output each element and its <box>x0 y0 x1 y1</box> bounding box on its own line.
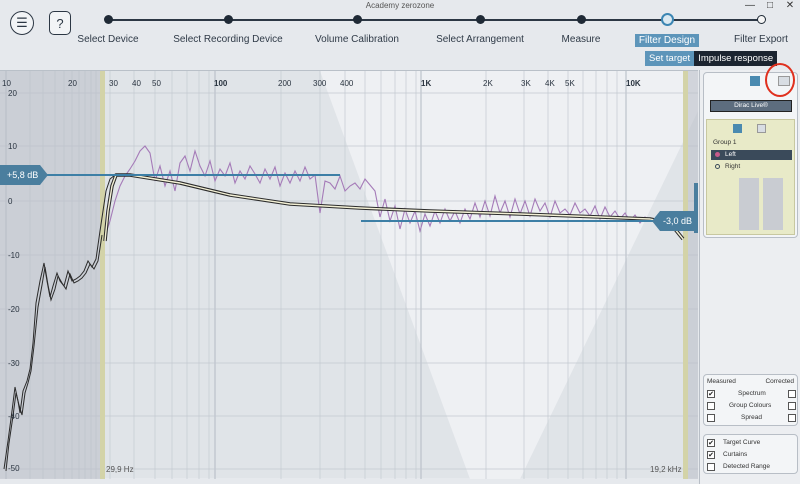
source-select[interactable]: Dirac Live® <box>710 100 792 112</box>
spectrum-corrected-checkbox[interactable] <box>788 390 796 398</box>
curtains-row: ✔ Curtains <box>707 450 796 460</box>
step-dot <box>223 15 233 24</box>
x-tick: 2K <box>483 79 493 88</box>
right-scroll-handle[interactable] <box>694 183 698 233</box>
target-curve-row: ✔ Target Curve <box>707 438 796 448</box>
tab-impulse-response[interactable]: Impulse response <box>694 51 778 66</box>
row-label: Spread <box>741 414 762 421</box>
x-tick: 20 <box>68 79 77 88</box>
option-label: Curtains <box>723 451 748 458</box>
measured-header: Measured <box>707 378 736 385</box>
corrected-header: Corrected <box>765 378 794 385</box>
right-level-label: -3,0 dB <box>663 216 693 226</box>
y-tick: -10 <box>8 251 20 260</box>
channel-label: Right <box>725 163 741 170</box>
x-tick: 10K <box>626 79 641 88</box>
watermark-shape <box>320 71 698 479</box>
left-curtain-frequency: 29,9 Hz <box>106 465 134 474</box>
group-box: Group 1 Left Right <box>706 119 795 235</box>
channel-left-row[interactable]: Left <box>711 150 792 160</box>
x-tick: 100 <box>214 79 228 88</box>
step-dot <box>103 15 113 24</box>
channel-group-card: Dirac Live® Group 1 Left Right <box>703 72 798 238</box>
radio-icon <box>715 164 720 169</box>
step-filter-export[interactable]: Filter Export <box>681 12 800 45</box>
y-tick: -40 <box>8 412 20 421</box>
x-tick: 50 <box>152 79 161 88</box>
spectrum-row: ✔ Spectrum <box>707 389 796 399</box>
step-dot <box>475 15 485 24</box>
window-controls: — □ ✕ <box>744 0 796 12</box>
spectrum-measured-checkbox[interactable]: ✔ <box>707 390 715 398</box>
row-label: Spectrum <box>738 390 766 397</box>
step-label: Filter Export <box>734 34 788 45</box>
level-meter <box>763 178 783 230</box>
detected-range-row: Detected Range <box>707 462 796 472</box>
row-label: Group Colours <box>729 402 772 409</box>
radio-icon <box>715 152 720 157</box>
channel-label: Left <box>725 151 736 158</box>
window-titlebar: Academy zerozone <box>0 0 800 12</box>
group-label: Group 1 <box>713 139 737 146</box>
option-label: Target Curve <box>723 439 761 446</box>
x-tick: 1K <box>421 79 432 88</box>
graph-view-icon[interactable] <box>757 124 766 133</box>
y-tick: -20 <box>8 305 20 314</box>
x-tick: 5K <box>565 79 575 88</box>
channel-right-row[interactable]: Right <box>711 162 792 172</box>
curtains-checkbox[interactable]: ✔ <box>707 451 715 459</box>
x-tick: 30 <box>109 79 118 88</box>
right-curtain-frequency: 19,2 kHz <box>650 465 682 474</box>
note-icon[interactable] <box>750 76 760 86</box>
y-tick: 20 <box>8 89 17 98</box>
detected-range-checkbox[interactable] <box>707 463 715 471</box>
curve-options-card: ✔ Target Curve ✔ Curtains Detected Range <box>703 434 798 474</box>
left-level-label: +5,8 dB <box>7 170 39 180</box>
y-tick: -30 <box>8 359 20 368</box>
option-label: Detected Range <box>723 463 770 470</box>
x-tick: 200 <box>278 79 292 88</box>
side-panel: Dirac Live® Group 1 Left Right Measured … <box>699 70 800 484</box>
y-tick: 10 <box>8 142 17 151</box>
target-curve-checkbox[interactable]: ✔ <box>707 439 715 447</box>
group-colours-corrected-checkbox[interactable] <box>788 402 796 410</box>
tab-set-target[interactable]: Set target <box>645 51 695 66</box>
close-button[interactable]: ✕ <box>784 0 796 12</box>
plot-canvas <box>0 71 698 479</box>
spread-measured-checkbox[interactable] <box>707 414 715 422</box>
y-tick: -50 <box>8 464 20 473</box>
step-dot <box>756 15 766 24</box>
y-tick: 0 <box>8 197 13 206</box>
step-dot <box>576 15 586 24</box>
spread-corrected-checkbox[interactable] <box>788 414 796 422</box>
level-meter <box>739 178 759 230</box>
x-tick: 40 <box>132 79 141 88</box>
note-icon[interactable] <box>733 124 742 133</box>
x-tick: 300 <box>313 79 327 88</box>
frequency-response-plot[interactable]: 10 20 30 40 50 100 200 300 400 1K 2K 3K … <box>0 70 698 479</box>
group-colours-row: Group Colours <box>707 401 796 411</box>
filter-design-subtabs: Set target Impulse response <box>645 51 778 66</box>
display-options-card: Measured Corrected ✔ Spectrum Group Colo… <box>703 374 798 426</box>
red-annotation-circle <box>765 63 795 97</box>
x-tick: 3K <box>521 79 531 88</box>
step-dot-active <box>660 13 674 26</box>
spread-row: Spread <box>707 413 796 423</box>
x-tick: 400 <box>340 79 354 88</box>
window-title: Academy zerozone <box>365 1 435 10</box>
group-colours-measured-checkbox[interactable] <box>707 402 715 410</box>
x-tick: 4K <box>545 79 555 88</box>
step-dot <box>352 15 362 24</box>
maximize-button[interactable]: □ <box>764 0 776 12</box>
minimize-button[interactable]: — <box>744 0 756 12</box>
x-tick: 10 <box>2 79 11 88</box>
